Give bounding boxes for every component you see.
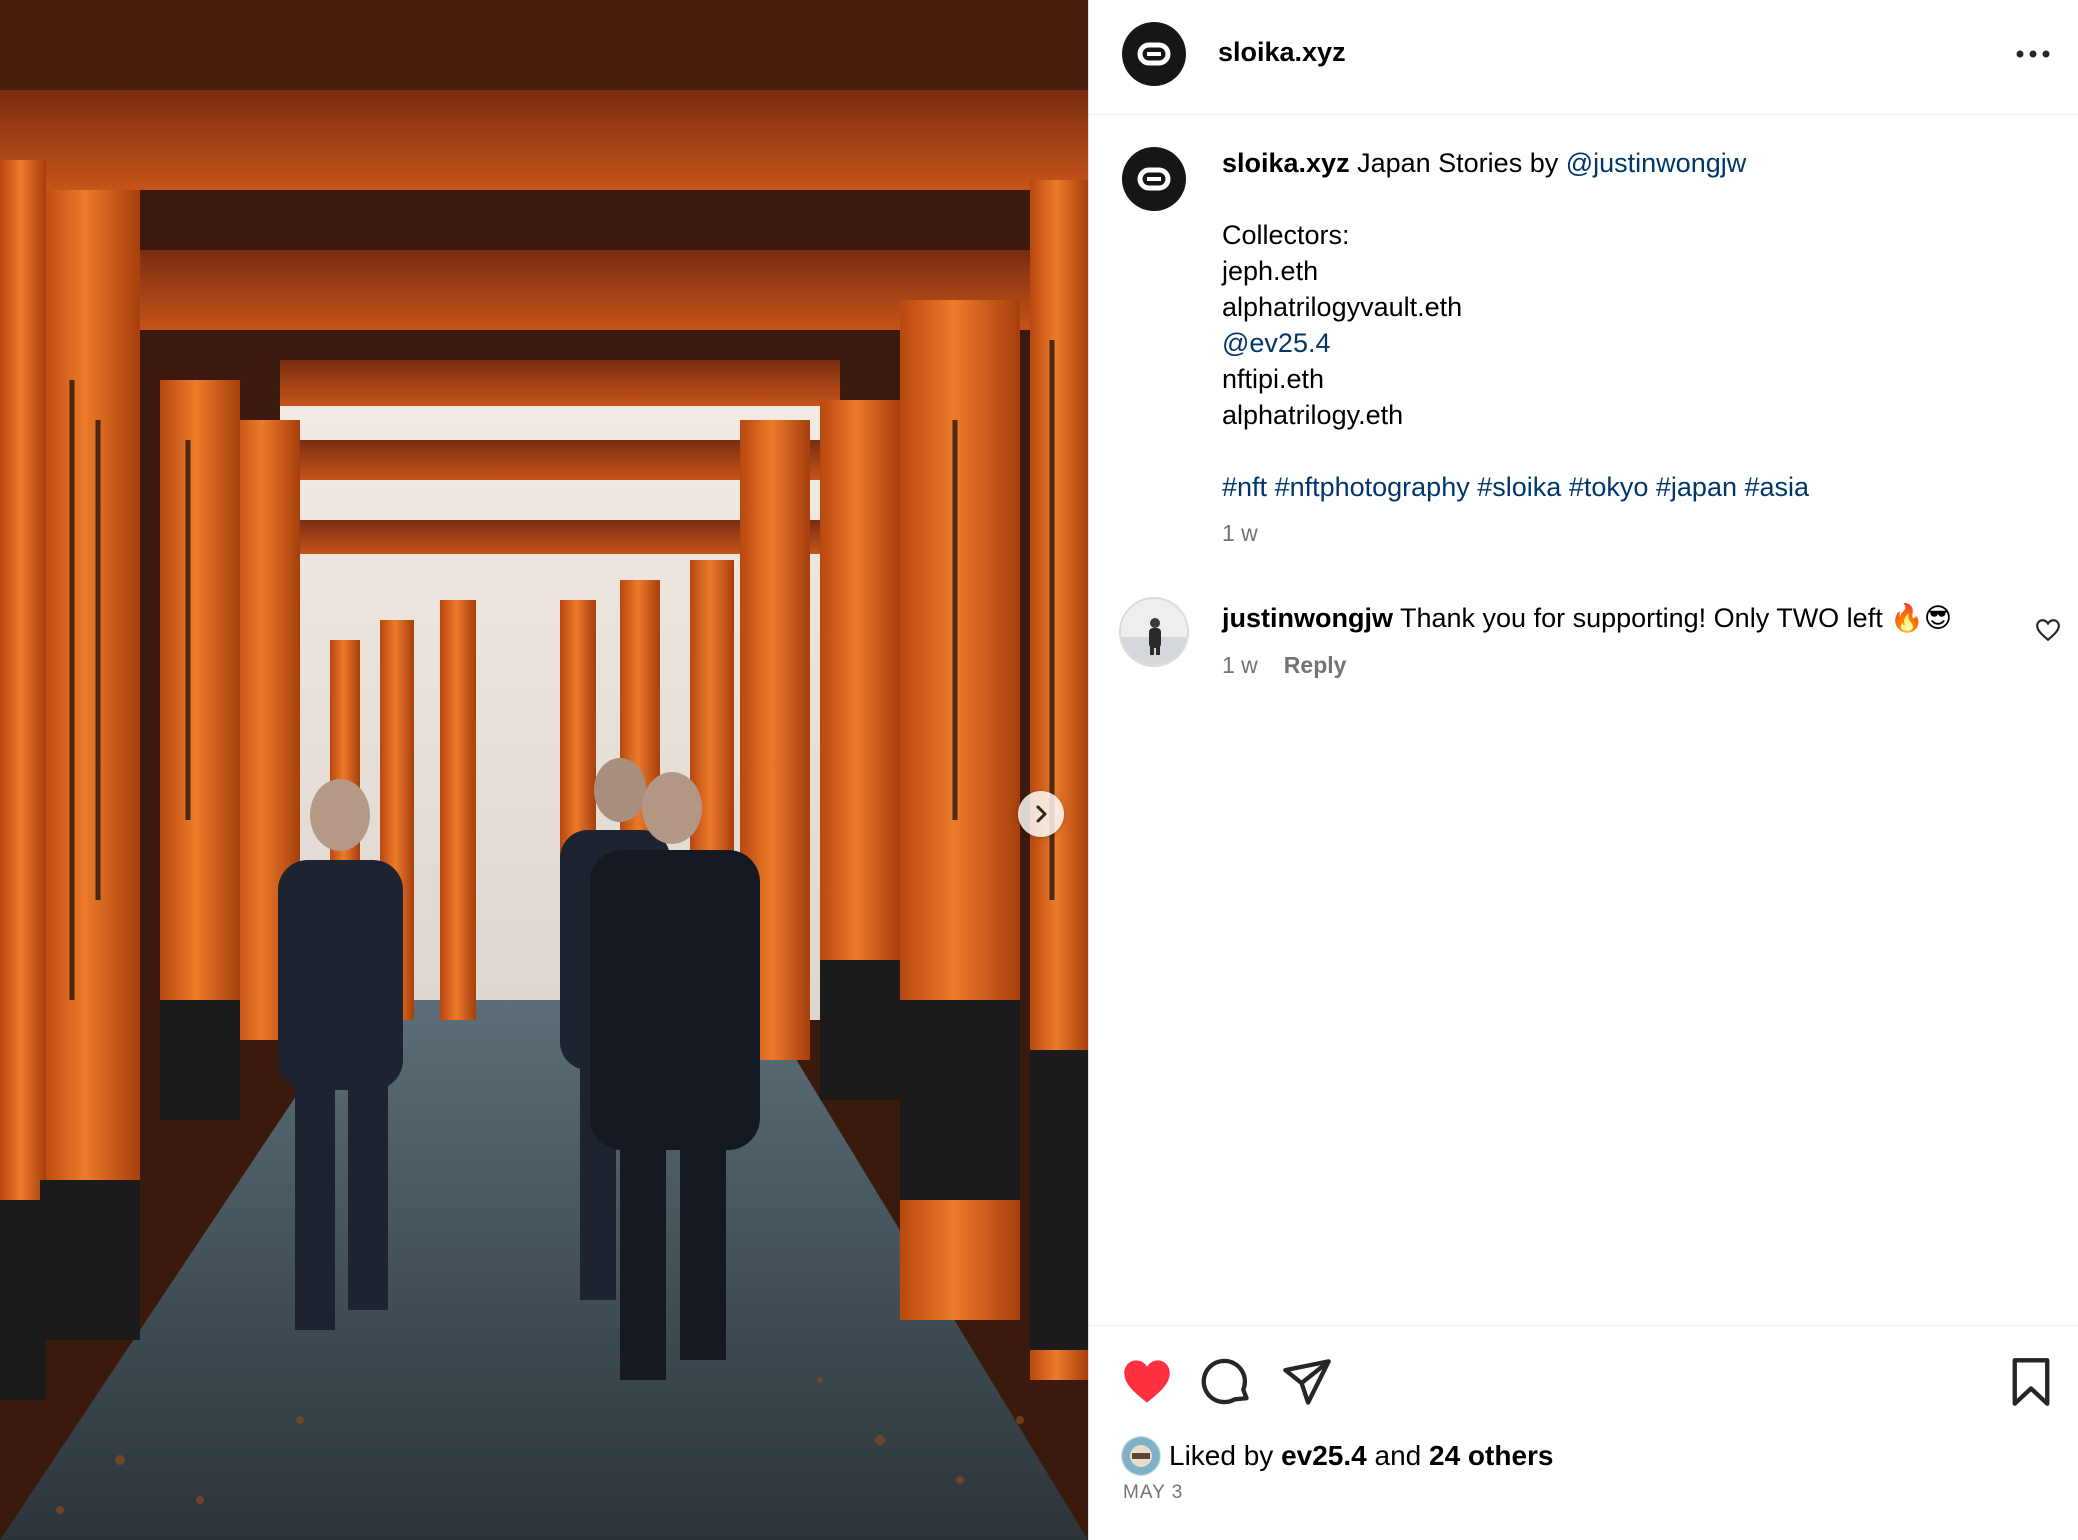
avatar[interactable] xyxy=(1122,22,1186,86)
collectors-label: Collectors: xyxy=(1222,220,1350,250)
comment-body: Thank you for supporting! Only TWO left … xyxy=(1400,603,1952,633)
caption-text: sloika.xyz Japan Stories by @justinwongj… xyxy=(1222,145,2042,505)
likes-conjunction: and xyxy=(1374,1440,1422,1471)
next-photo-button[interactable] xyxy=(1018,791,1064,837)
sloika-logo-icon xyxy=(1137,167,1171,191)
post-info-panel: sloika.xyz sloika.xyz Japan Stories by @… xyxy=(1088,0,2078,1540)
post-date[interactable]: MAY 3 xyxy=(1123,1482,1183,1504)
mention-link[interactable]: @justinwongjw xyxy=(1566,148,1746,178)
sloika-logo-icon xyxy=(1137,42,1171,66)
comment-meta: 1 w Reply xyxy=(1222,652,1346,679)
collector-mention-link[interactable]: @ev25.4 xyxy=(1222,325,2042,361)
liker-avatar[interactable] xyxy=(1121,1436,1161,1476)
collector-item: nftipi.eth xyxy=(1222,364,1325,394)
hashtag-link[interactable]: #nft xyxy=(1222,472,1267,502)
header-username[interactable]: sloika.xyz xyxy=(1218,37,1346,68)
comment-timestamp[interactable]: 1 w xyxy=(1222,652,1258,679)
post-container: sloika.xyz sloika.xyz Japan Stories by @… xyxy=(0,0,2078,1540)
caption-timestamp[interactable]: 1 w xyxy=(1222,520,1258,547)
collector-item: alphatrilogyvault.eth xyxy=(1222,292,1463,322)
commenter-avatar[interactable] xyxy=(1119,597,1189,667)
caption-username[interactable]: sloika.xyz xyxy=(1222,148,1350,178)
more-options-icon[interactable] xyxy=(2013,36,2053,72)
post-photo[interactable] xyxy=(0,0,1088,1540)
likes-summary: Liked by ev25.4 and 24 others xyxy=(1121,1436,1554,1476)
hashtag-link[interactable]: #sloika xyxy=(1477,472,1561,502)
hashtag-link[interactable]: #japan xyxy=(1656,472,1737,502)
chevron-right-icon xyxy=(1036,805,1047,823)
likes-others-link[interactable]: 24 others xyxy=(1429,1440,1554,1472)
hashtag-link[interactable]: #nftphotography xyxy=(1275,472,1470,502)
liker-username[interactable]: ev25.4 xyxy=(1281,1440,1367,1472)
commenter-username[interactable]: justinwongjw xyxy=(1222,603,1393,633)
collector-item: jeph.eth xyxy=(1222,256,1319,286)
comment-text: justinwongjw Thank you for supporting! O… xyxy=(1222,600,1952,636)
share-icon[interactable] xyxy=(1281,1356,1333,1408)
bookmark-icon[interactable] xyxy=(2005,1356,2057,1408)
hashtag-link[interactable]: #asia xyxy=(1745,472,1810,502)
comment-like-heart-icon[interactable] xyxy=(2035,617,2061,643)
heart-filled-icon[interactable] xyxy=(1121,1356,1173,1408)
comment-icon[interactable] xyxy=(1201,1356,1253,1408)
reply-button[interactable]: Reply xyxy=(1284,652,1347,679)
torii-gates-photo xyxy=(0,0,1088,1540)
hashtag-link[interactable]: #tokyo xyxy=(1569,472,1649,502)
collector-item: alphatrilogy.eth xyxy=(1222,400,1404,430)
likes-prefix: Liked by xyxy=(1169,1440,1274,1471)
caption-avatar[interactable] xyxy=(1122,147,1186,211)
action-bar: Liked by ev25.4 and 24 others MAY 3 xyxy=(1089,1325,2078,1540)
caption-title: Japan Stories by xyxy=(1357,148,1559,178)
post-header: sloika.xyz xyxy=(1089,0,2078,115)
